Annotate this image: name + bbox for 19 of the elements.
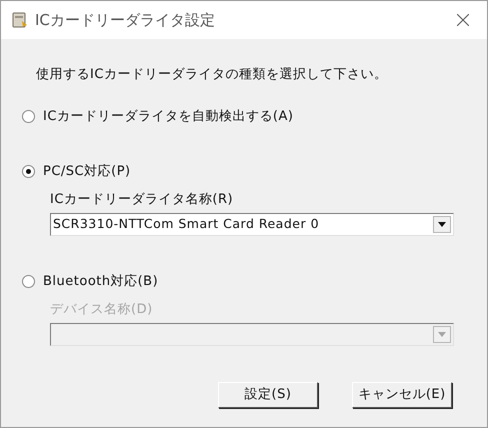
caret-icon xyxy=(438,332,446,337)
dialog-button[interactable]: 設定(S) xyxy=(218,382,318,408)
radio-label[interactable]: PC/SC対応(P) xyxy=(43,162,131,182)
dialog-button[interactable]: キャンセル(E) xyxy=(352,382,452,408)
radio-button[interactable] xyxy=(22,275,35,288)
card-reader-icon xyxy=(11,11,29,29)
radio-label[interactable]: ICカードリーダライタを自動検出する(A) xyxy=(43,106,294,126)
window-title: ICカードリーダライタ設定 xyxy=(35,10,215,31)
instruction-text: 使用するICカードリーダライタの種類を選択して下さい。 xyxy=(36,66,388,84)
close-icon[interactable] xyxy=(457,14,469,26)
dropdown-field[interactable]: SCR3310-NTTCom Smart Card Reader 0 xyxy=(50,213,454,236)
radio-label[interactable]: Bluetooth対応(B) xyxy=(43,272,158,292)
radio-button[interactable] xyxy=(22,165,35,178)
field-label: ICカードリーダライタ名称(R) xyxy=(50,190,234,208)
dropdown-value: SCR3310-NTTCom Smart Card Reader 0 xyxy=(53,215,320,234)
dropdown-arrow-button[interactable] xyxy=(433,216,451,233)
caret-icon xyxy=(438,222,446,227)
field-label: デバイス名称(D) xyxy=(50,300,154,318)
radio-button[interactable] xyxy=(22,110,35,123)
